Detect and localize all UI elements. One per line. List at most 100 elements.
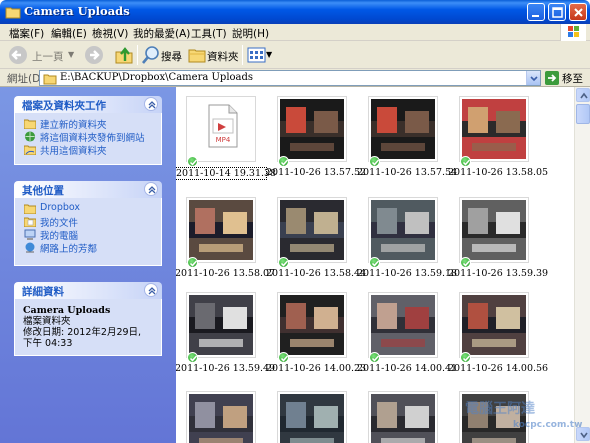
place-my-computer-label: 我的電腦 — [40, 231, 79, 242]
file-name-label[interactable]: 2011-10-26 13.58.07 — [176, 268, 275, 279]
scroll-up-button[interactable] — [576, 88, 590, 102]
folders-button[interactable]: 資料夾 — [187, 45, 239, 65]
photo-thumbnail[interactable] — [368, 197, 438, 268]
details-panel-body: Camera Uploads 檔案資料夾 修改日期: 2012年2月29日, 下… — [14, 299, 162, 356]
place-my-computer[interactable]: 我的電腦 — [15, 228, 161, 242]
sync-checkmark-icon — [460, 257, 471, 268]
photo-preview — [189, 394, 253, 443]
places-panel-body: Dropbox 我的文件 我的電腦 網路上的芳鄰 — [14, 198, 162, 266]
file-name-label[interactable]: 2011-10-26 13.58.05 — [448, 167, 548, 178]
sync-checkmark-icon — [278, 156, 289, 167]
photo-thumbnail[interactable] — [277, 292, 347, 363]
menu-file[interactable]: 檔案(F) — [9, 26, 44, 41]
tasks-panel: 檔案及資料夾工作 建立新的資料夾 將這個資料夾發佈到網站 共用這個資料夾 — [14, 96, 162, 165]
go-button[interactable]: 移至 — [545, 70, 587, 86]
file-name-label[interactable]: 2011-10-26 13.58.44 — [266, 268, 366, 279]
search-label: 搜尋 — [161, 51, 182, 63]
menu-help[interactable]: 說明(H) — [232, 26, 269, 41]
menu-tools[interactable]: 工具(T) — [191, 26, 227, 41]
photo-thumbnail[interactable] — [277, 197, 347, 268]
photo-thumbnail[interactable] — [186, 292, 256, 363]
globe-icon — [24, 131, 36, 142]
file-name-label[interactable]: 2011-10-14 19.31.38 — [176, 167, 276, 180]
file-name-label[interactable]: 2011-10-26 13.59.39 — [448, 268, 548, 279]
photo-preview — [189, 200, 253, 260]
place-dropbox[interactable]: Dropbox — [15, 202, 161, 215]
file-name-label[interactable]: 2011-10-26 13.59.18 — [357, 268, 457, 279]
file-name-label[interactable]: 2011-10-26 13.57.52 — [266, 167, 366, 178]
sync-checkmark-icon — [460, 156, 471, 167]
photo-preview — [280, 99, 344, 159]
video-thumbnail[interactable]: MP4 — [186, 96, 256, 167]
collapse-chevron-icon[interactable] — [144, 182, 158, 196]
details-panel-header[interactable]: 詳細資料 — [14, 282, 162, 299]
tasks-panel-title: 檔案及資料夾工作 — [22, 100, 106, 112]
photo-thumbnail[interactable] — [459, 197, 529, 268]
menu-view[interactable]: 檢視(V) — [92, 26, 128, 41]
photo-thumbnail[interactable] — [459, 292, 529, 363]
computer-icon — [24, 229, 36, 240]
watermark-line1: 電腦王阿達 — [465, 401, 535, 417]
photo-thumbnail[interactable] — [186, 391, 256, 443]
watermark-line2: kocpc.com.tw — [513, 420, 583, 430]
photo-thumbnail[interactable] — [186, 197, 256, 268]
maximize-button[interactable] — [548, 3, 566, 21]
vertical-scrollbar[interactable] — [574, 87, 590, 443]
photo-thumbnail[interactable] — [277, 391, 347, 443]
chevron-down-icon[interactable]: ▼ — [68, 50, 74, 59]
tasks-panel-header[interactable]: 檔案及資料夾工作 — [14, 96, 162, 113]
photo-thumbnail[interactable] — [368, 391, 438, 443]
place-my-documents-label: 我的文件 — [40, 218, 79, 229]
place-network-label: 網路上的芳鄰 — [40, 244, 98, 255]
file-name-label[interactable]: 2011-10-26 14.00.56 — [448, 363, 548, 374]
folder-icon — [5, 7, 21, 19]
file-name-label[interactable]: 2011-10-26 14.00.41 — [357, 363, 457, 374]
chevron-down-icon[interactable]: ▼ — [266, 50, 272, 59]
file-name-label[interactable]: 2011-10-26 14.00.23 — [266, 363, 366, 374]
file-name-label[interactable]: 2011-10-26 13.59.49 — [176, 363, 275, 374]
up-folder-button[interactable] — [114, 45, 134, 65]
search-icon — [142, 46, 159, 64]
file-name-label[interactable]: 2011-10-26 13.57.54 — [357, 167, 457, 178]
photo-thumbnail[interactable] — [368, 96, 438, 167]
new-folder-icon — [24, 119, 36, 129]
back-label: 上一頁 — [32, 51, 64, 63]
folder-icon — [43, 74, 57, 85]
close-button[interactable] — [569, 3, 587, 21]
collapse-chevron-icon[interactable] — [144, 283, 158, 297]
chevron-down-icon — [530, 76, 538, 82]
details-name: Camera Uploads — [23, 305, 111, 316]
address-dropdown-button[interactable] — [526, 71, 540, 85]
collapse-chevron-icon[interactable] — [144, 97, 158, 111]
menu-favorites[interactable]: 我的最愛(A) — [133, 26, 190, 41]
folders-icon — [188, 49, 206, 63]
task-new-folder[interactable]: 建立新的資料夾 — [15, 117, 161, 131]
sync-checkmark-icon — [369, 352, 380, 363]
views-button[interactable]: ▼ — [247, 45, 273, 65]
task-publish-folder[interactable]: 將這個資料夾發佈到網站 — [15, 130, 161, 144]
back-button[interactable]: 上一頁 ▼ — [8, 45, 78, 65]
minimize-button[interactable] — [527, 3, 545, 21]
photo-preview — [189, 295, 253, 355]
sync-checkmark-icon — [278, 257, 289, 268]
photo-thumbnail[interactable] — [459, 96, 529, 167]
scroll-thumb[interactable] — [576, 104, 590, 124]
photo-preview — [462, 295, 526, 355]
place-my-documents[interactable]: 我的文件 — [15, 215, 161, 229]
task-new-folder-label: 建立新的資料夾 — [40, 120, 107, 131]
menu-edit[interactable]: 編輯(E) — [51, 26, 87, 41]
sync-checkmark-icon — [369, 257, 380, 268]
forward-button[interactable] — [84, 45, 108, 65]
photo-thumbnail[interactable] — [277, 96, 347, 167]
task-share-folder[interactable]: 共用這個資料夾 — [15, 143, 161, 157]
sync-checkmark-icon — [187, 156, 198, 167]
search-button[interactable]: 搜尋 — [141, 45, 183, 65]
tasks-panel-body: 建立新的資料夾 將這個資料夾發佈到網站 共用這個資料夾 — [14, 113, 162, 165]
address-input[interactable]: E:\BACKUP\Dropbox\Camera Uploads — [39, 70, 541, 86]
places-panel: 其他位置 Dropbox 我的文件 我的電腦 網路上的芳鄰 — [14, 181, 162, 266]
share-folder-icon — [24, 145, 36, 155]
places-panel-header[interactable]: 其他位置 — [14, 181, 162, 198]
photo-thumbnail[interactable] — [368, 292, 438, 363]
watermark: 電腦王阿達 kocpc.com.tw — [465, 398, 585, 438]
place-network[interactable]: 網路上的芳鄰 — [15, 241, 161, 255]
